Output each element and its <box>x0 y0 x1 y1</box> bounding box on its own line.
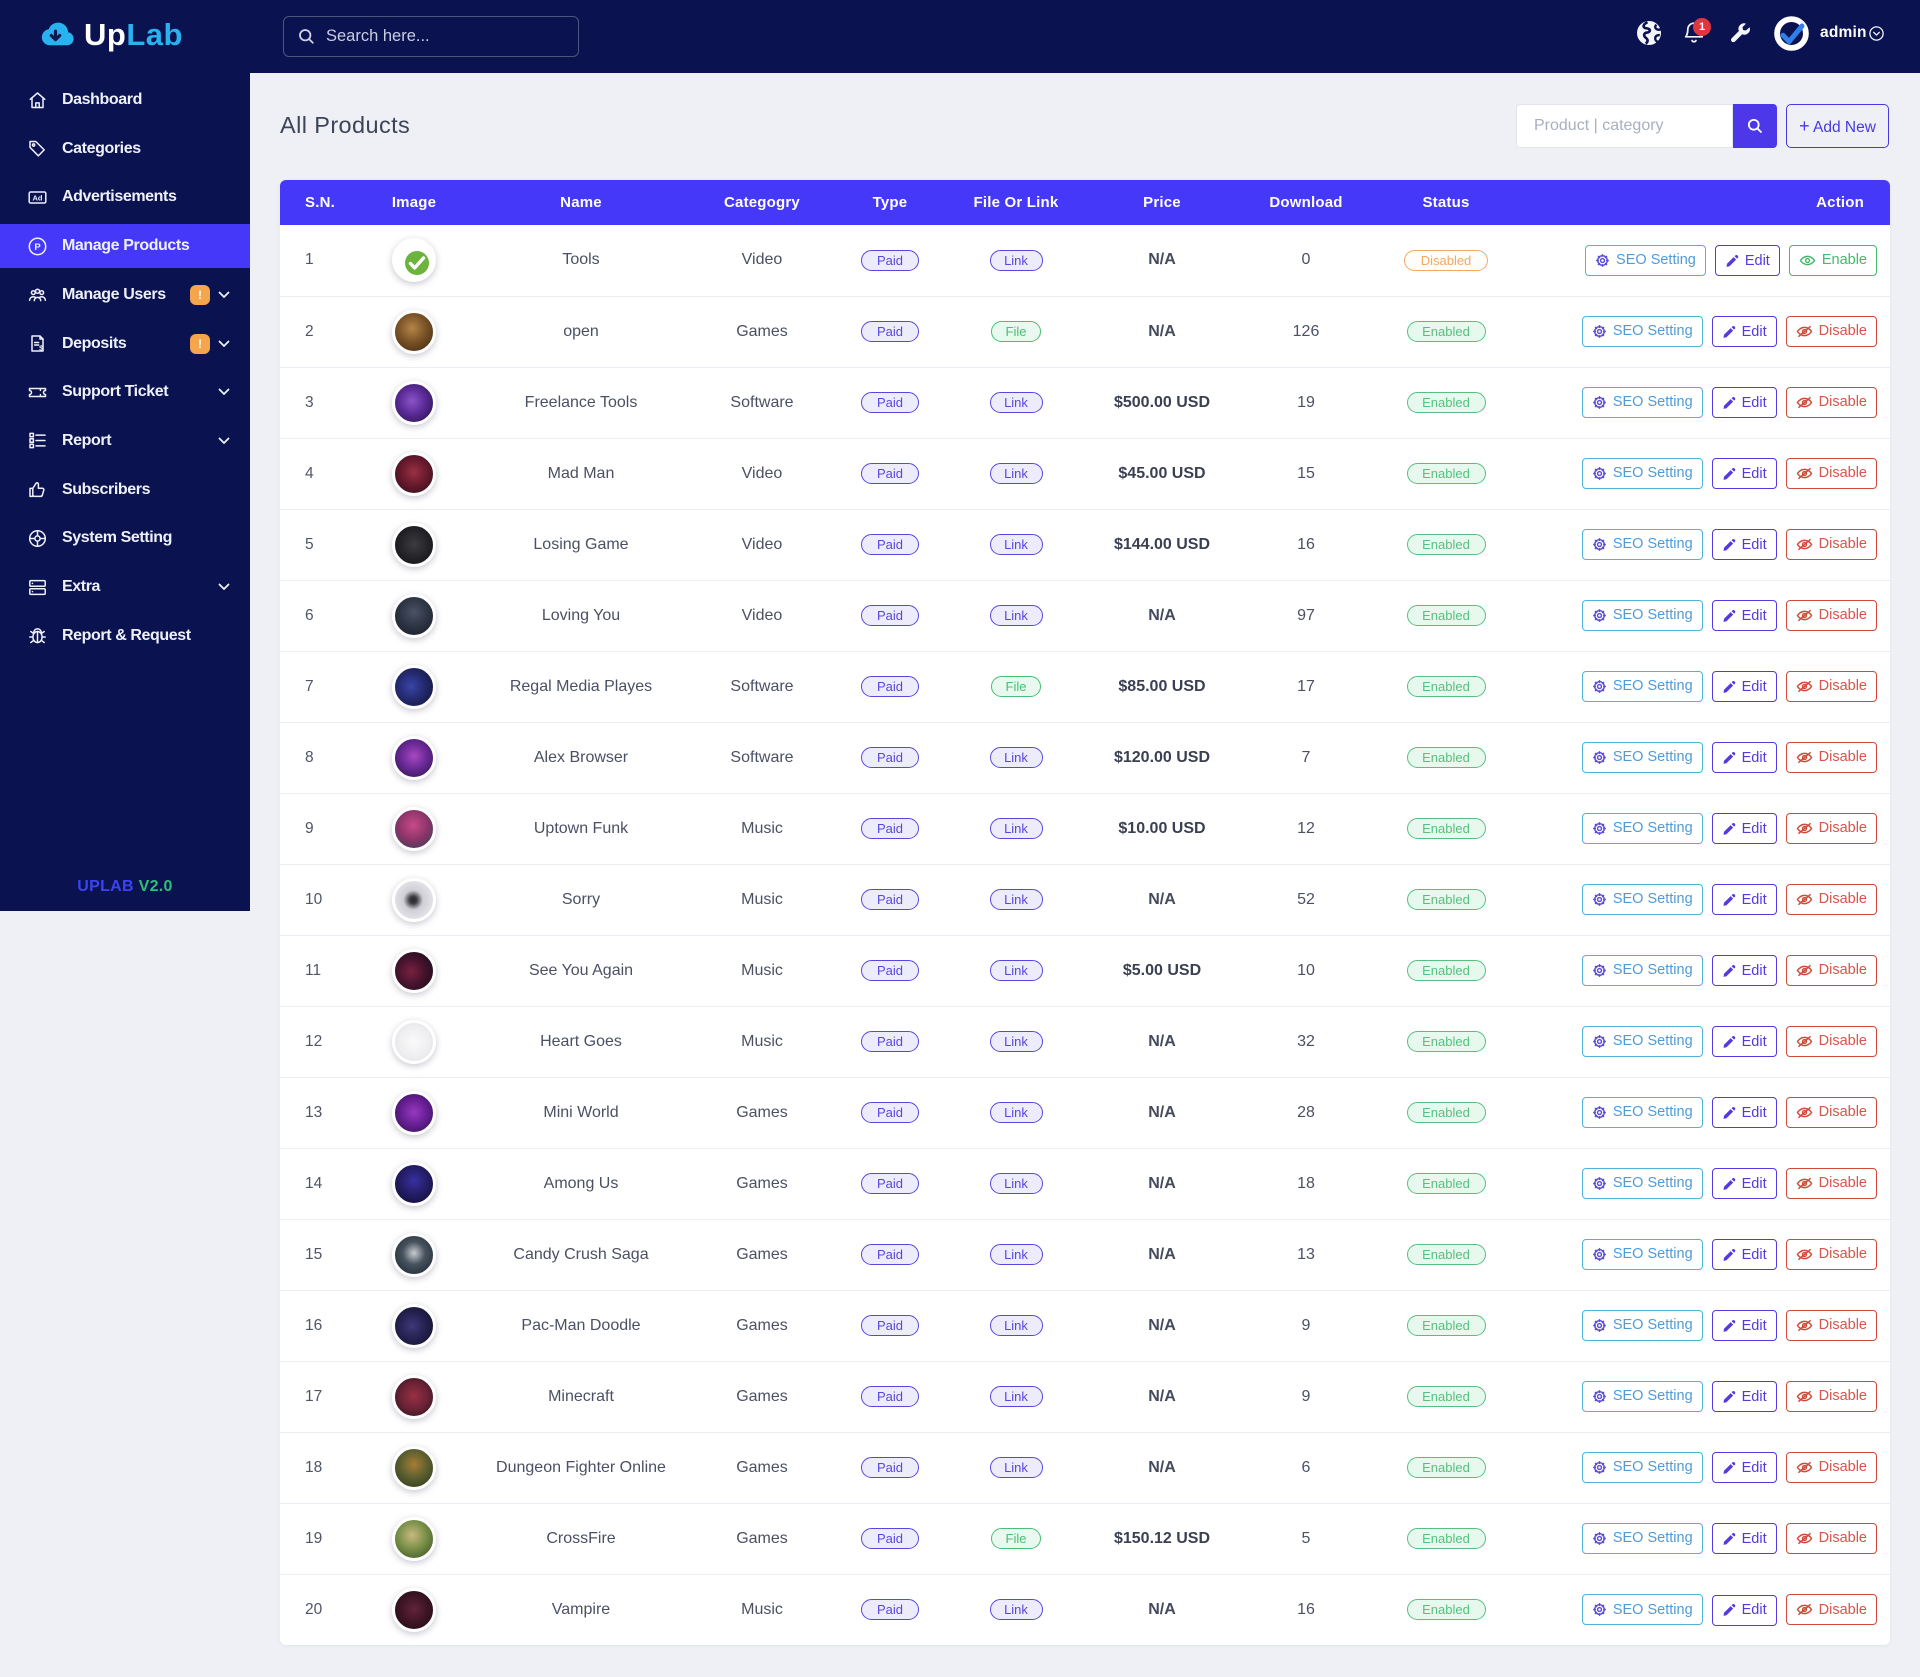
svg-text:Ad: Ad <box>33 193 43 202</box>
svg-text:P: P <box>34 242 41 253</box>
